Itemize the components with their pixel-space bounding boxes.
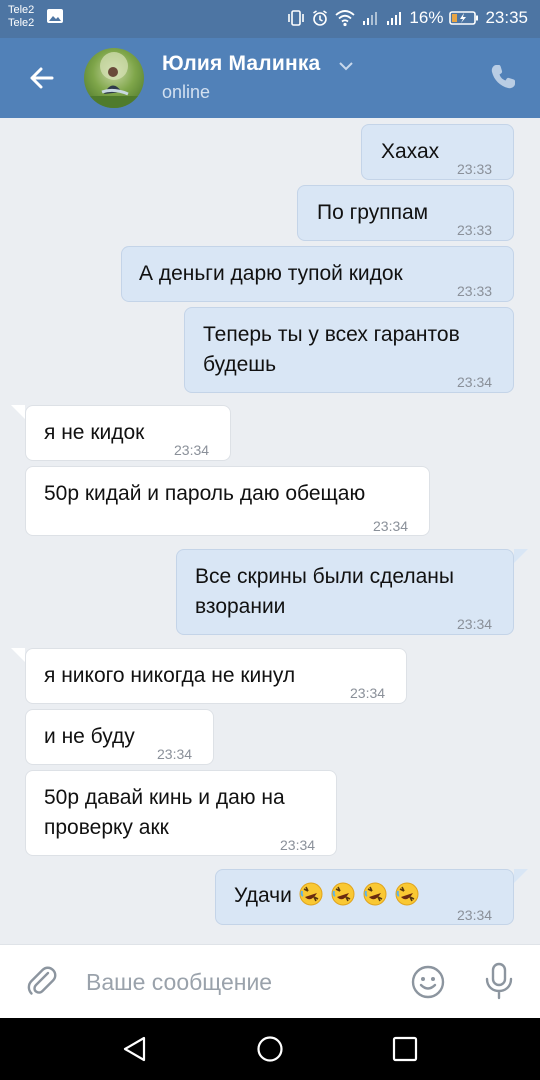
message-time: 23:34	[457, 374, 493, 390]
bubble-tail	[11, 648, 25, 662]
message-text: я не кидок	[44, 421, 145, 444]
carrier-2: Tele2	[8, 17, 35, 29]
message-text-content: Удачи	[234, 884, 292, 907]
contact-status: online	[162, 82, 211, 102]
bubble-tail	[11, 405, 25, 419]
message-time: 23:34	[457, 907, 493, 923]
message-incoming[interactable]: 50р давай кинь и даю на проверку акк 23:…	[25, 770, 337, 856]
signal-icon-1	[363, 12, 378, 25]
clock: 23:35	[485, 8, 528, 27]
nav-recent-icon[interactable]	[392, 1036, 418, 1062]
rolling-laughing-emoji-icon	[299, 882, 323, 906]
message-input-bar	[0, 944, 540, 1018]
signal-icon-2	[387, 12, 402, 25]
message-incoming[interactable]: 50р кидай и пароль даю обещаю 23:34	[25, 466, 430, 536]
battery-icon	[449, 11, 479, 25]
phone-icon[interactable]	[488, 62, 518, 92]
message-text-line: Все скрины были сделаны	[195, 565, 454, 588]
microphone-icon[interactable]	[482, 961, 516, 1001]
message-text-line: взорании	[195, 595, 286, 618]
message-time: 23:34	[350, 685, 386, 701]
message-input[interactable]	[86, 965, 386, 999]
message-text: 50р кидай и пароль даю обещаю	[44, 482, 366, 505]
message-outgoing[interactable]: А деньги дарю тупой кидок 23:33	[121, 246, 514, 302]
message-time: 23:33	[457, 283, 493, 299]
gallery-notification-icon	[47, 9, 63, 23]
carrier-1: Tele2	[8, 4, 35, 16]
back-arrow-icon[interactable]	[22, 58, 62, 98]
message-text: По группам	[317, 201, 429, 224]
message-incoming[interactable]: я не кидок 23:34	[25, 405, 231, 461]
message-outgoing[interactable]: Все скрины были сделаны взорании 23:34	[176, 549, 514, 635]
message-text: я никого никогда не кинул	[44, 664, 296, 687]
nav-home-icon[interactable]	[256, 1035, 284, 1063]
message-time: 23:33	[457, 222, 493, 238]
message-text-line: 50р давай кинь и даю на	[44, 786, 285, 809]
bubble-tail	[514, 549, 528, 563]
message-outgoing[interactable]: Хахах 23:33	[361, 124, 514, 180]
message-outgoing[interactable]: Теперь ты у всех гарантов будешь 23:34	[184, 307, 514, 393]
chevron-down-icon[interactable]	[338, 60, 354, 72]
alarm-icon	[313, 10, 328, 26]
message-incoming[interactable]: и не буду 23:34	[25, 709, 214, 765]
message-text-line: будешь	[203, 353, 277, 376]
bubble-tail	[514, 869, 528, 883]
wifi-icon	[335, 10, 356, 27]
message-incoming[interactable]: я никого никогда не кинул 23:34	[25, 648, 407, 704]
rolling-laughing-emoji-icon	[395, 882, 419, 906]
message-outgoing[interactable]: Удачи 23:34	[215, 869, 514, 925]
paperclip-icon[interactable]	[24, 963, 60, 999]
battery-percent: 16%	[409, 8, 444, 27]
message-text: Хахах	[381, 140, 440, 163]
contact-name[interactable]: Юлия Малинка	[162, 52, 320, 76]
message-time: 23:34	[157, 746, 193, 762]
message-text-line: Теперь ты у всех гарантов	[203, 323, 460, 346]
nav-back-icon[interactable]	[120, 1035, 150, 1063]
message-time: 23:34	[174, 442, 210, 458]
status-bar: Tele2 Tele2 16% 23:35	[0, 0, 540, 38]
message-text-line: проверку акк	[44, 816, 169, 839]
message-outgoing[interactable]: По группам 23:33	[297, 185, 514, 241]
message-text: Удачи	[234, 881, 420, 911]
chat-header: Юлия Малинка online	[0, 38, 540, 118]
rolling-laughing-emoji-icon	[331, 882, 355, 906]
rolling-laughing-emoji-icon	[363, 882, 387, 906]
message-text: А деньги дарю тупой кидок	[139, 262, 403, 285]
avatar[interactable]	[84, 48, 144, 108]
message-time: 23:34	[373, 518, 409, 534]
smiley-icon[interactable]	[410, 964, 446, 1000]
status-icons: 16% 23:35	[287, 6, 528, 30]
message-time: 23:34	[280, 837, 316, 853]
system-nav-bar	[0, 1018, 540, 1080]
vibrate-icon	[288, 10, 305, 26]
message-list[interactable]: Хахах 23:33 По группам 23:33 А деньги да…	[0, 118, 540, 944]
message-text: и не буду	[44, 725, 135, 748]
carrier-labels: Tele2 Tele2	[8, 4, 34, 30]
message-time: 23:33	[457, 161, 493, 177]
message-time: 23:34	[457, 616, 493, 632]
